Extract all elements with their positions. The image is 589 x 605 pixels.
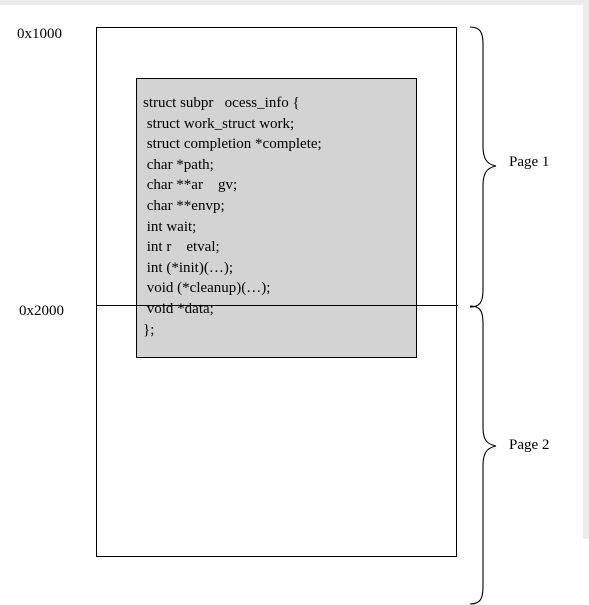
code-line: struct completion *complete; <box>143 136 322 153</box>
code-line: struct subpr ocess_info { <box>143 95 300 111</box>
code-line: char *path; <box>143 156 214 173</box>
code-line: void *data; <box>143 300 214 317</box>
code-line: int wait; <box>143 218 197 235</box>
page1-label: Page 1 <box>509 154 550 170</box>
page-boundary-line <box>96 305 458 306</box>
address-label-page2: 0x2000 <box>19 303 64 319</box>
page2-label: Page 2 <box>509 437 550 453</box>
code-line: void (*cleanup)(…); <box>143 280 271 297</box>
address-label-page1: 0x1000 <box>17 26 62 42</box>
code-line: struct work_struct work; <box>143 115 295 132</box>
code-line: char **envp; <box>143 197 225 214</box>
code-line: char **ar gv; <box>143 177 238 194</box>
page2-brace-icon <box>469 305 497 605</box>
window-right-edge <box>583 0 589 539</box>
page1-brace-icon <box>469 26 497 308</box>
code-line: }; <box>143 321 155 338</box>
window-top-edge <box>0 0 589 5</box>
code-line: int (*init)(…); <box>143 259 233 276</box>
code-line: int r etval; <box>143 239 220 256</box>
struct-subprocess-info-block: struct subpr ocess_info { struct work_st… <box>136 78 417 358</box>
